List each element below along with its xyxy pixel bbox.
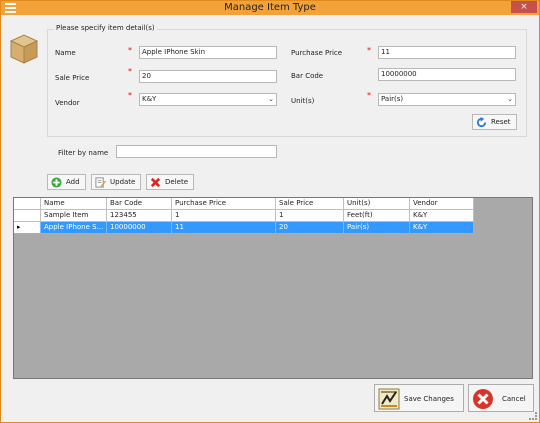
resize-grip[interactable] (529, 412, 537, 420)
box-icon (9, 34, 39, 64)
grid-column-header[interactable]: Name (41, 198, 107, 210)
row-header[interactable] (14, 210, 41, 222)
reset-button[interactable]: Reset (472, 114, 517, 130)
name-label: Name (55, 49, 76, 57)
manage-item-type-window: Manage Item Type × Please specify item d… (0, 0, 540, 423)
table-cell[interactable]: K&Y (410, 222, 474, 234)
bar-code-input[interactable]: 10000000 (378, 68, 516, 81)
grid-column-header[interactable]: Purchase Price (172, 198, 276, 210)
save-changes-button[interactable]: Save Changes (374, 384, 464, 412)
table-cell[interactable]: K&Y (410, 210, 474, 222)
grid-column-header[interactable]: Bar Code (107, 198, 172, 210)
delete-label: Delete (165, 178, 188, 186)
sale-price-label: Sale Price (55, 74, 90, 82)
delete-button[interactable]: Delete (146, 174, 194, 190)
filter-input[interactable] (116, 145, 277, 158)
name-input[interactable]: Apple IPhone Skin (139, 46, 277, 59)
table-cell[interactable]: 1 (276, 210, 344, 222)
table-cell[interactable]: 10000000 (107, 222, 172, 234)
bar-code-label: Bar Code (291, 72, 324, 80)
units-required-mark: * (367, 91, 371, 100)
delete-icon (150, 177, 161, 188)
grid-column-header[interactable]: Vendor (410, 198, 474, 210)
purchase-price-label: Purchase Price (291, 49, 343, 57)
chevron-down-icon: ⌄ (507, 95, 513, 103)
title-bar: Manage Item Type × (1, 1, 539, 15)
items-data-grid[interactable]: Name Bar Code Purchase Price Sale Price … (13, 197, 533, 379)
table-cell[interactable]: 123455 (107, 210, 172, 222)
units-select[interactable]: Pair(s) ⌄ (378, 93, 516, 106)
table-cell[interactable]: Pair(s) (344, 222, 410, 234)
vendor-select-value: K&Y (142, 95, 157, 103)
grid-row-header-corner (14, 198, 41, 210)
table-cell[interactable]: Apple IPhone S... (41, 222, 107, 234)
table-row-selected[interactable]: ▸ Apple IPhone S... 10000000 11 20 Pair(… (14, 222, 474, 234)
update-icon (95, 177, 106, 188)
sale-price-required-mark: * (128, 67, 132, 76)
units-select-value: Pair(s) (381, 95, 404, 103)
table-cell[interactable]: Feet(ft) (344, 210, 410, 222)
cancel-label: Cancel (502, 395, 526, 403)
update-button[interactable]: Update (91, 174, 141, 190)
cancel-icon (473, 389, 493, 409)
chevron-down-icon: ⌄ (268, 95, 274, 103)
grid-column-header[interactable]: Sale Price (276, 198, 344, 210)
table-cell[interactable]: 1 (172, 210, 276, 222)
purchase-price-input[interactable]: 11 (378, 46, 516, 59)
update-label: Update (110, 178, 136, 186)
grid-column-header[interactable]: Unit(s) (344, 198, 410, 210)
add-icon (51, 177, 62, 188)
cancel-button[interactable]: Cancel (468, 384, 534, 412)
grid-header-row: Name Bar Code Purchase Price Sale Price … (14, 198, 474, 210)
save-icon (378, 388, 400, 410)
vendor-select[interactable]: K&Y ⌄ (139, 93, 277, 106)
add-button[interactable]: Add (47, 174, 86, 190)
row-indicator-icon[interactable]: ▸ (14, 222, 41, 234)
table-cell[interactable]: 20 (276, 222, 344, 234)
purchase-price-required-mark: * (367, 46, 371, 55)
filter-label: Filter by name (58, 149, 109, 157)
vendor-required-mark: * (128, 91, 132, 100)
table-row[interactable]: Sample Item 123455 1 1 Feet(ft) K&Y (14, 210, 474, 222)
add-label: Add (66, 178, 80, 186)
reset-icon (476, 117, 487, 128)
units-label: Unit(s) (291, 97, 315, 105)
save-changes-label: Save Changes (404, 395, 454, 403)
reset-label: Reset (491, 118, 511, 126)
table-cell[interactable]: Sample Item (41, 210, 107, 222)
close-button[interactable]: × (511, 1, 537, 13)
item-details-legend: Please specify item detail(s) (54, 24, 157, 32)
name-required-mark: * (128, 46, 132, 55)
table-cell[interactable]: 11 (172, 222, 276, 234)
vendor-label: Vendor (55, 99, 80, 107)
sale-price-input[interactable]: 20 (139, 70, 277, 83)
window-title: Manage Item Type (224, 2, 316, 13)
